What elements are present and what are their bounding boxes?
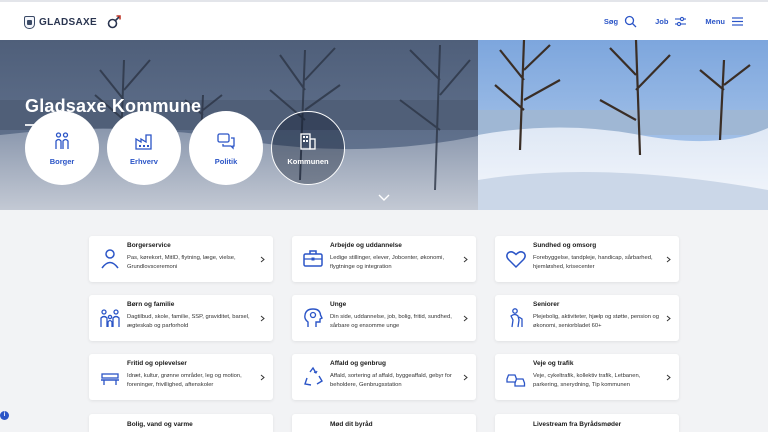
card-bolig-vand-og-varme[interactable]: Bolig, vand og varme [89,414,273,432]
card-sundhed-og-omsorg[interactable]: Sundhed og omsorg Forebyggelse, tandplej… [495,236,679,282]
card-unge[interactable]: Unge Din side, uddannelse, job, bolig, f… [292,295,476,341]
card-title: Arbejde og uddannelse [330,242,402,249]
card-title: Unge [330,301,347,308]
people-icon [55,131,69,149]
menu-label: Menu [705,17,725,26]
gladsaxe-logo[interactable]: GLADSAXE [24,14,122,30]
card-seniorer[interactable]: Seniorer Plejebolig, aktiviteter, hjælp … [495,295,679,341]
chevron-right-icon [260,315,265,322]
building-icon [300,132,316,150]
card-title: Affald og genbrug [330,360,386,367]
cars-icon [506,374,526,387]
card-description: Pas, kørekort, MitID, flytning, læge, vi… [127,255,236,270]
bench-icon [101,373,119,385]
sliders-icon [675,16,687,27]
card-title: Mød dit byråd [330,421,373,428]
card-description: Dagtilbud, skole, familie, SSP, gravidit… [127,314,250,329]
erhverv-circle-button[interactable]: Erhverv [107,111,181,185]
card-description: Ledige stillinger, elever, Jobcenter, øk… [330,255,445,270]
card-born-og-familie[interactable]: Børn og familie Dagtilbud, skole, famili… [89,295,273,341]
card-affald-og-genbrug[interactable]: Affald og genbrug Affald, sortering af a… [292,354,476,400]
card-fritid-og-oplevelser[interactable]: Fritid og oplevelser Idræt, kultur, grøn… [89,354,273,400]
card-title: Sundhed og omsorg [533,242,597,249]
chevron-right-icon [666,374,671,381]
hamburger-icon [732,17,743,26]
card-description: Affald, sortering af affald, byggeaffald… [330,373,452,388]
chevron-right-icon [463,256,468,263]
borger-circle-button[interactable]: Borger [25,111,99,185]
senior-icon [510,308,523,328]
family-icon [100,309,120,327]
chevron-right-icon [463,315,468,322]
card-description: Plejebolig, aktiviteter, hjælp og støtte… [533,314,659,329]
chevron-right-icon [463,374,468,381]
card-description: Idræt, kultur, grønne områder, leg og mo… [127,373,242,388]
card-title: Fritid og oplevelser [127,360,187,367]
kommunen-circle-button[interactable]: Kommunen [271,111,345,185]
borger-label: Borger [49,156,75,166]
card-title: Børn og familie [127,301,175,308]
crest-icon [24,15,35,29]
card-description: Veje, cykeltrafik, kollektiv trafik, Let… [533,373,641,388]
card-title: Borgerservice [127,242,171,249]
card-description: Din side, uddannelse, job, bolig, fritid… [330,314,452,329]
briefcase-icon [303,250,323,267]
card-arbejde-og-uddannelse[interactable]: Arbejde og uddannelse Ledige stillinger,… [292,236,476,282]
card-title: Livestream fra Byrådsmøder [533,421,622,428]
person-icon [101,249,119,269]
kommunen-label: Kommunen [287,156,329,166]
erhverv-label: Erhverv [130,156,158,166]
card-borgerservice[interactable]: Borgerservice Pas, kørekort, MitID, flyt… [89,236,273,282]
card-title: Veje og trafik [533,360,574,367]
politik-circle-button[interactable]: Politik [189,111,263,185]
heart-icon [506,251,526,269]
card-mod-dit-byrad[interactable]: Mød dit byråd [292,414,476,432]
info-icon[interactable]: i [0,411,9,420]
card-veje-og-trafik[interactable]: Veje og trafik Veje, cykeltrafik, kollek… [495,354,679,400]
chevron-right-icon [260,374,265,381]
card-title: Bolig, vand og varme [127,421,193,428]
chevron-right-icon [666,256,671,263]
chevron-right-icon [666,315,671,322]
top-nav: Søg Job Menu [604,15,744,28]
chevron-right-icon [260,256,265,263]
search-icon [624,15,637,28]
recycle-icon [304,366,323,386]
search-label: Søg [603,17,619,26]
factory-icon [135,133,152,150]
search-button[interactable]: Søg [604,15,637,28]
job-label: Job [655,17,669,26]
job-button[interactable]: Job [655,15,687,28]
menu-button[interactable]: Menu [705,15,744,28]
chevron-down-icon[interactable] [378,194,390,202]
speech-bubbles-icon [217,132,235,150]
gender-symbol-icon [107,15,121,29]
card-title: Seniorer [533,301,560,308]
site-header: GLADSAXE Søg Job Menu [0,0,768,40]
head-gear-icon [304,308,323,327]
card-livestream-fra-byradsmoder[interactable]: Livestream fra Byrådsmøder [495,414,679,432]
logo-wordmark: GLADSAXE [39,16,97,28]
card-description: Forebyggelse, tandpleje, handicap, sårba… [533,255,653,270]
politik-label: Politik [214,156,238,166]
